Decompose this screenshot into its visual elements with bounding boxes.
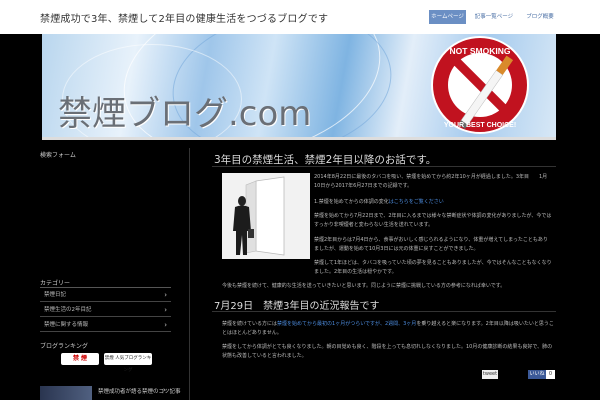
nav-article-list[interactable]: 記事一覧ページ [474, 10, 514, 24]
recent-post-thumbnail[interactable] [40, 386, 92, 400]
badge-top-text: NOT SMOKING [450, 46, 511, 56]
ranking-banner-blog[interactable]: 禁煙 人気ブログランキング [104, 353, 152, 373]
chevron-right-icon: › [164, 306, 167, 314]
section-heading: 7月29日 禁煙3年目の近況報告です [214, 301, 380, 312]
like-count: 0 [546, 370, 555, 379]
site-title[interactable]: 禁煙成功で3年、禁煙して2年目の健康生活をつづるブログです [40, 10, 328, 25]
link-prefix: 1.禁煙を始めてからの体調の変化 [314, 199, 389, 205]
post-title[interactable]: 3年目の禁煙生活、禁煙2年目以降のお話です。 [214, 152, 436, 167]
no-smoking-badge-icon: NOT SMOKING YOUR BEST CHOICE! [431, 36, 529, 134]
health-change-link[interactable]: はこちらをご覧ください [389, 199, 444, 205]
sidebar-item-second-year[interactable]: 禁煙生活の2年目記 › [40, 303, 171, 317]
post-paragraph: 禁煙を続けている方には禁煙を始めてから最初の1ヶ月がつらいですが、2週間、3ヶ月… [222, 320, 554, 338]
ranking-heading: ブログランキング [40, 343, 88, 350]
post-paragraph: 今後も禁煙を続けて、健康的な生活を送っていきたいと思います。同じように禁煙に挑戦… [222, 283, 506, 289]
top-bar: 禁煙成功で3年、禁煙して2年目の健康生活をつづるブログです ホームページ 記事一… [0, 0, 600, 34]
nav-home[interactable]: ホームページ [429, 10, 466, 24]
column-divider [189, 148, 190, 400]
man-at-door-illustration [222, 173, 310, 259]
post-paragraph: 禁煙を始めてから7月22日まで、2年目に入るまでは様々な禁断症状や体調の変化があ… [314, 213, 552, 228]
link-prefix: 禁煙を続けている方には [222, 321, 278, 327]
post-paragraph: 禁煙して1年ほどは、タバコを吸っていた頃の夢を見ることもありましたが、今ではそん… [314, 260, 552, 275]
chevron-right-icon: › [164, 291, 167, 299]
header-banner[interactable]: 禁煙ブログ.com NOT SMOKING YOUR BEST CHOICE! [42, 34, 556, 137]
post-paragraph: 禁煙をしてから体調がとても良くなりました。朝の目覚めも良く、階段を上っても息切れ… [222, 344, 553, 359]
nav-about[interactable]: ブログ概要 [520, 10, 560, 24]
banner-title: 禁煙ブログ.com [58, 94, 312, 134]
post-image [222, 173, 310, 259]
search-heading: 検索フォーム [40, 152, 76, 159]
like-button[interactable]: いいね [528, 370, 546, 379]
sidebar-item-label: 禁煙に関する情報 [44, 322, 89, 328]
chevron-right-icon: › [163, 386, 166, 394]
category-heading: カテゴリー [40, 280, 71, 287]
sidebar-item-info[interactable]: 禁煙に関する情報 › [40, 318, 171, 332]
post-paragraph: 2014年8月22日に最後のタバコを吸い、禁煙を始めてから約2年10ヶ月が経過し… [314, 174, 548, 189]
sidebar-item-diary[interactable]: 禁煙日記 › [40, 288, 171, 302]
ranking-banner-nosmoking[interactable]: 禁 煙 [61, 353, 99, 365]
sidebar-item-label: 禁煙生活の2年目記 [44, 307, 92, 313]
sidebar-item-label: 禁煙日記 [44, 292, 67, 298]
recent-post-link[interactable]: 禁煙成功者が語る禁煙のコツ記事 [98, 387, 181, 395]
chevron-right-icon: › [164, 321, 167, 329]
first-month-link[interactable]: 禁煙を始めてから最初の1ヶ月がつらいですが、2週間、3ヶ月 [277, 321, 416, 327]
post-paragraph: 禁煙2年目からは7月4日から、食事がおいしく感じられるようになり、体重が増えてし… [314, 237, 548, 252]
banner-divider [42, 137, 556, 140]
tweet-button[interactable]: tweet [482, 370, 498, 379]
post-paragraph: 1.禁煙を始めてからの体調の変化はこちらをご覧ください [314, 198, 552, 207]
title-divider [212, 166, 556, 167]
badge-bottom-text: YOUR BEST CHOICE! [444, 122, 516, 129]
section-divider [212, 311, 556, 312]
